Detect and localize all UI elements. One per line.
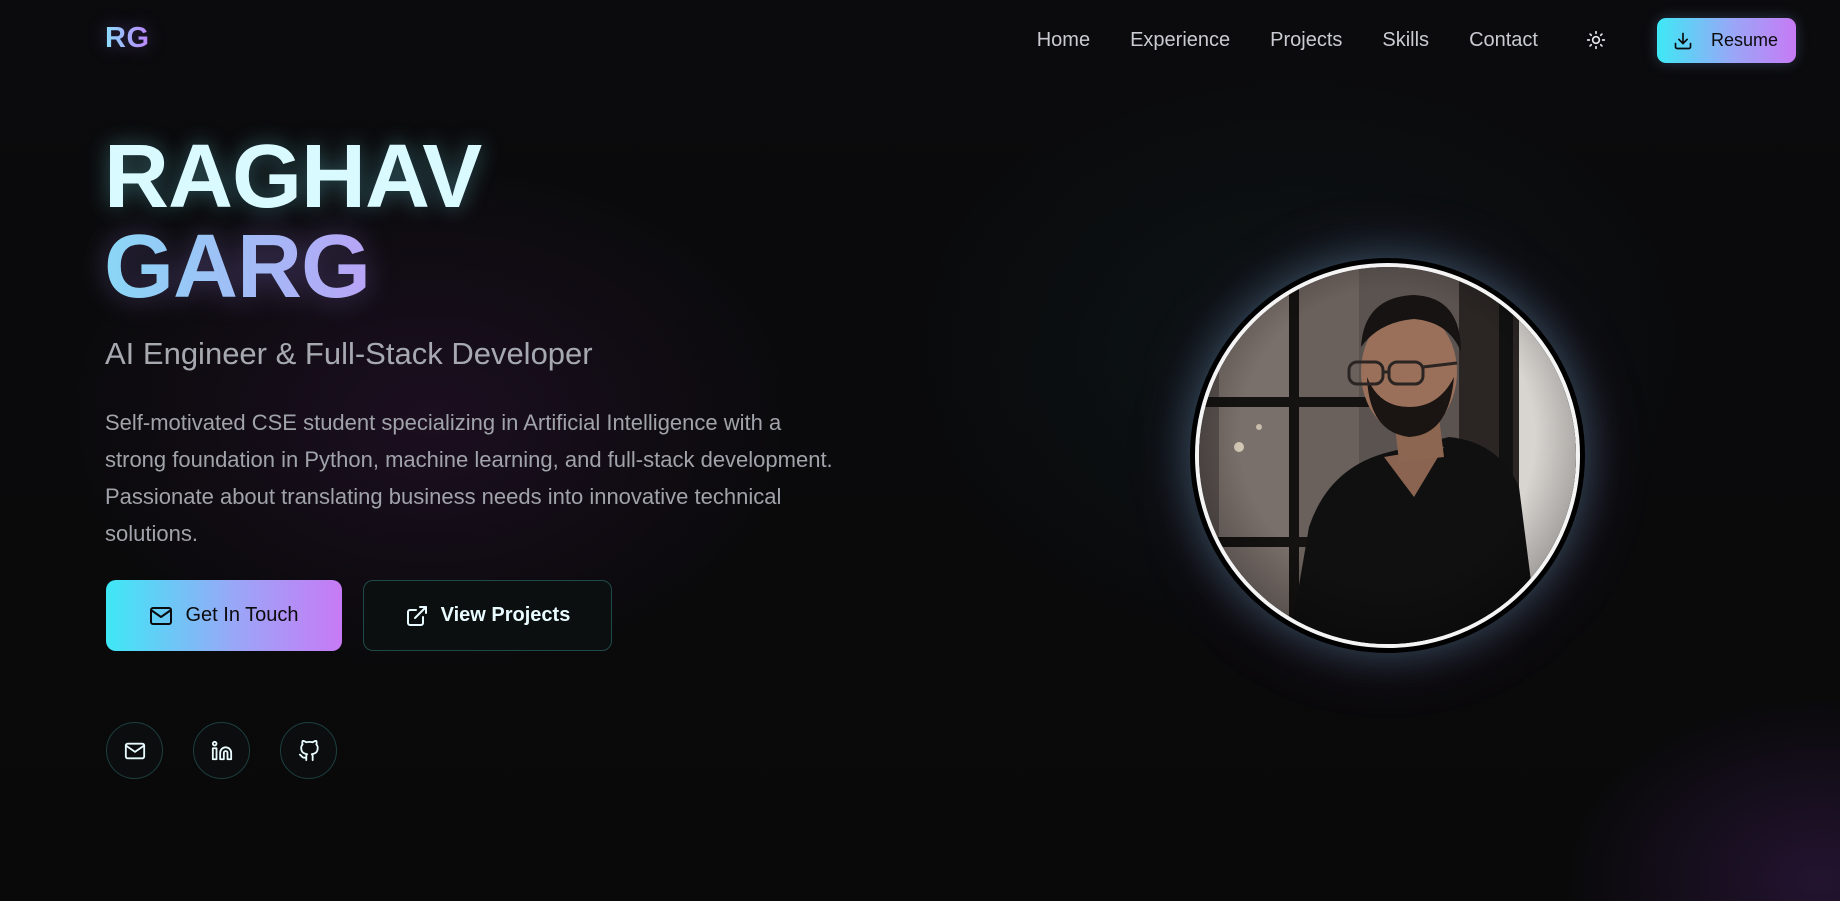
linkedin-icon xyxy=(211,740,232,760)
nav-link-home[interactable]: Home xyxy=(1037,27,1090,53)
hero-bio: Self-motivated CSE student specializing … xyxy=(105,410,833,546)
nav-link-contact[interactable]: Contact xyxy=(1469,27,1538,53)
first-name: RAGHAV xyxy=(104,127,482,227)
social-links xyxy=(106,722,337,779)
social-email-link[interactable] xyxy=(106,722,163,779)
hero-name: RAGHAV GARG xyxy=(104,127,482,312)
nav-links: Home Experience Projects Skills Contact xyxy=(1037,27,1538,53)
resume-button[interactable]: Resume xyxy=(1657,18,1796,63)
last-name: GARG xyxy=(104,222,481,312)
view-projects-label: View Projects xyxy=(440,604,571,626)
get-in-touch-button[interactable]: Get In Touch xyxy=(106,580,342,651)
cta-row: Get In Touch View Projects xyxy=(106,580,612,651)
view-projects-button[interactable]: View Projects xyxy=(363,580,612,651)
social-github-link[interactable] xyxy=(280,722,337,779)
download-icon xyxy=(1674,32,1692,49)
get-in-touch-label: Get In Touch xyxy=(185,604,299,626)
sun-icon xyxy=(1586,30,1606,50)
navbar: RG Home Experience Projects Skills Conta… xyxy=(0,0,1840,80)
theme-toggle-button[interactable] xyxy=(1583,27,1609,53)
profile-photo-frame xyxy=(1190,258,1585,653)
resume-label: Resume xyxy=(1711,30,1779,50)
nav-link-skills[interactable]: Skills xyxy=(1382,27,1429,53)
profile-photo xyxy=(1195,263,1580,648)
github-icon xyxy=(298,739,319,761)
nav-link-projects[interactable]: Projects xyxy=(1270,27,1342,53)
external-link-icon xyxy=(406,605,427,626)
mail-icon xyxy=(124,742,145,759)
nav-link-experience[interactable]: Experience xyxy=(1130,27,1230,53)
mail-icon xyxy=(150,606,173,625)
social-linkedin-link[interactable] xyxy=(193,722,250,779)
logo[interactable]: RG xyxy=(105,22,150,55)
portfolio-page: RG Home Experience Projects Skills Conta… xyxy=(0,0,1840,901)
hero-subtitle: AI Engineer & Full-Stack Developer xyxy=(105,336,593,371)
